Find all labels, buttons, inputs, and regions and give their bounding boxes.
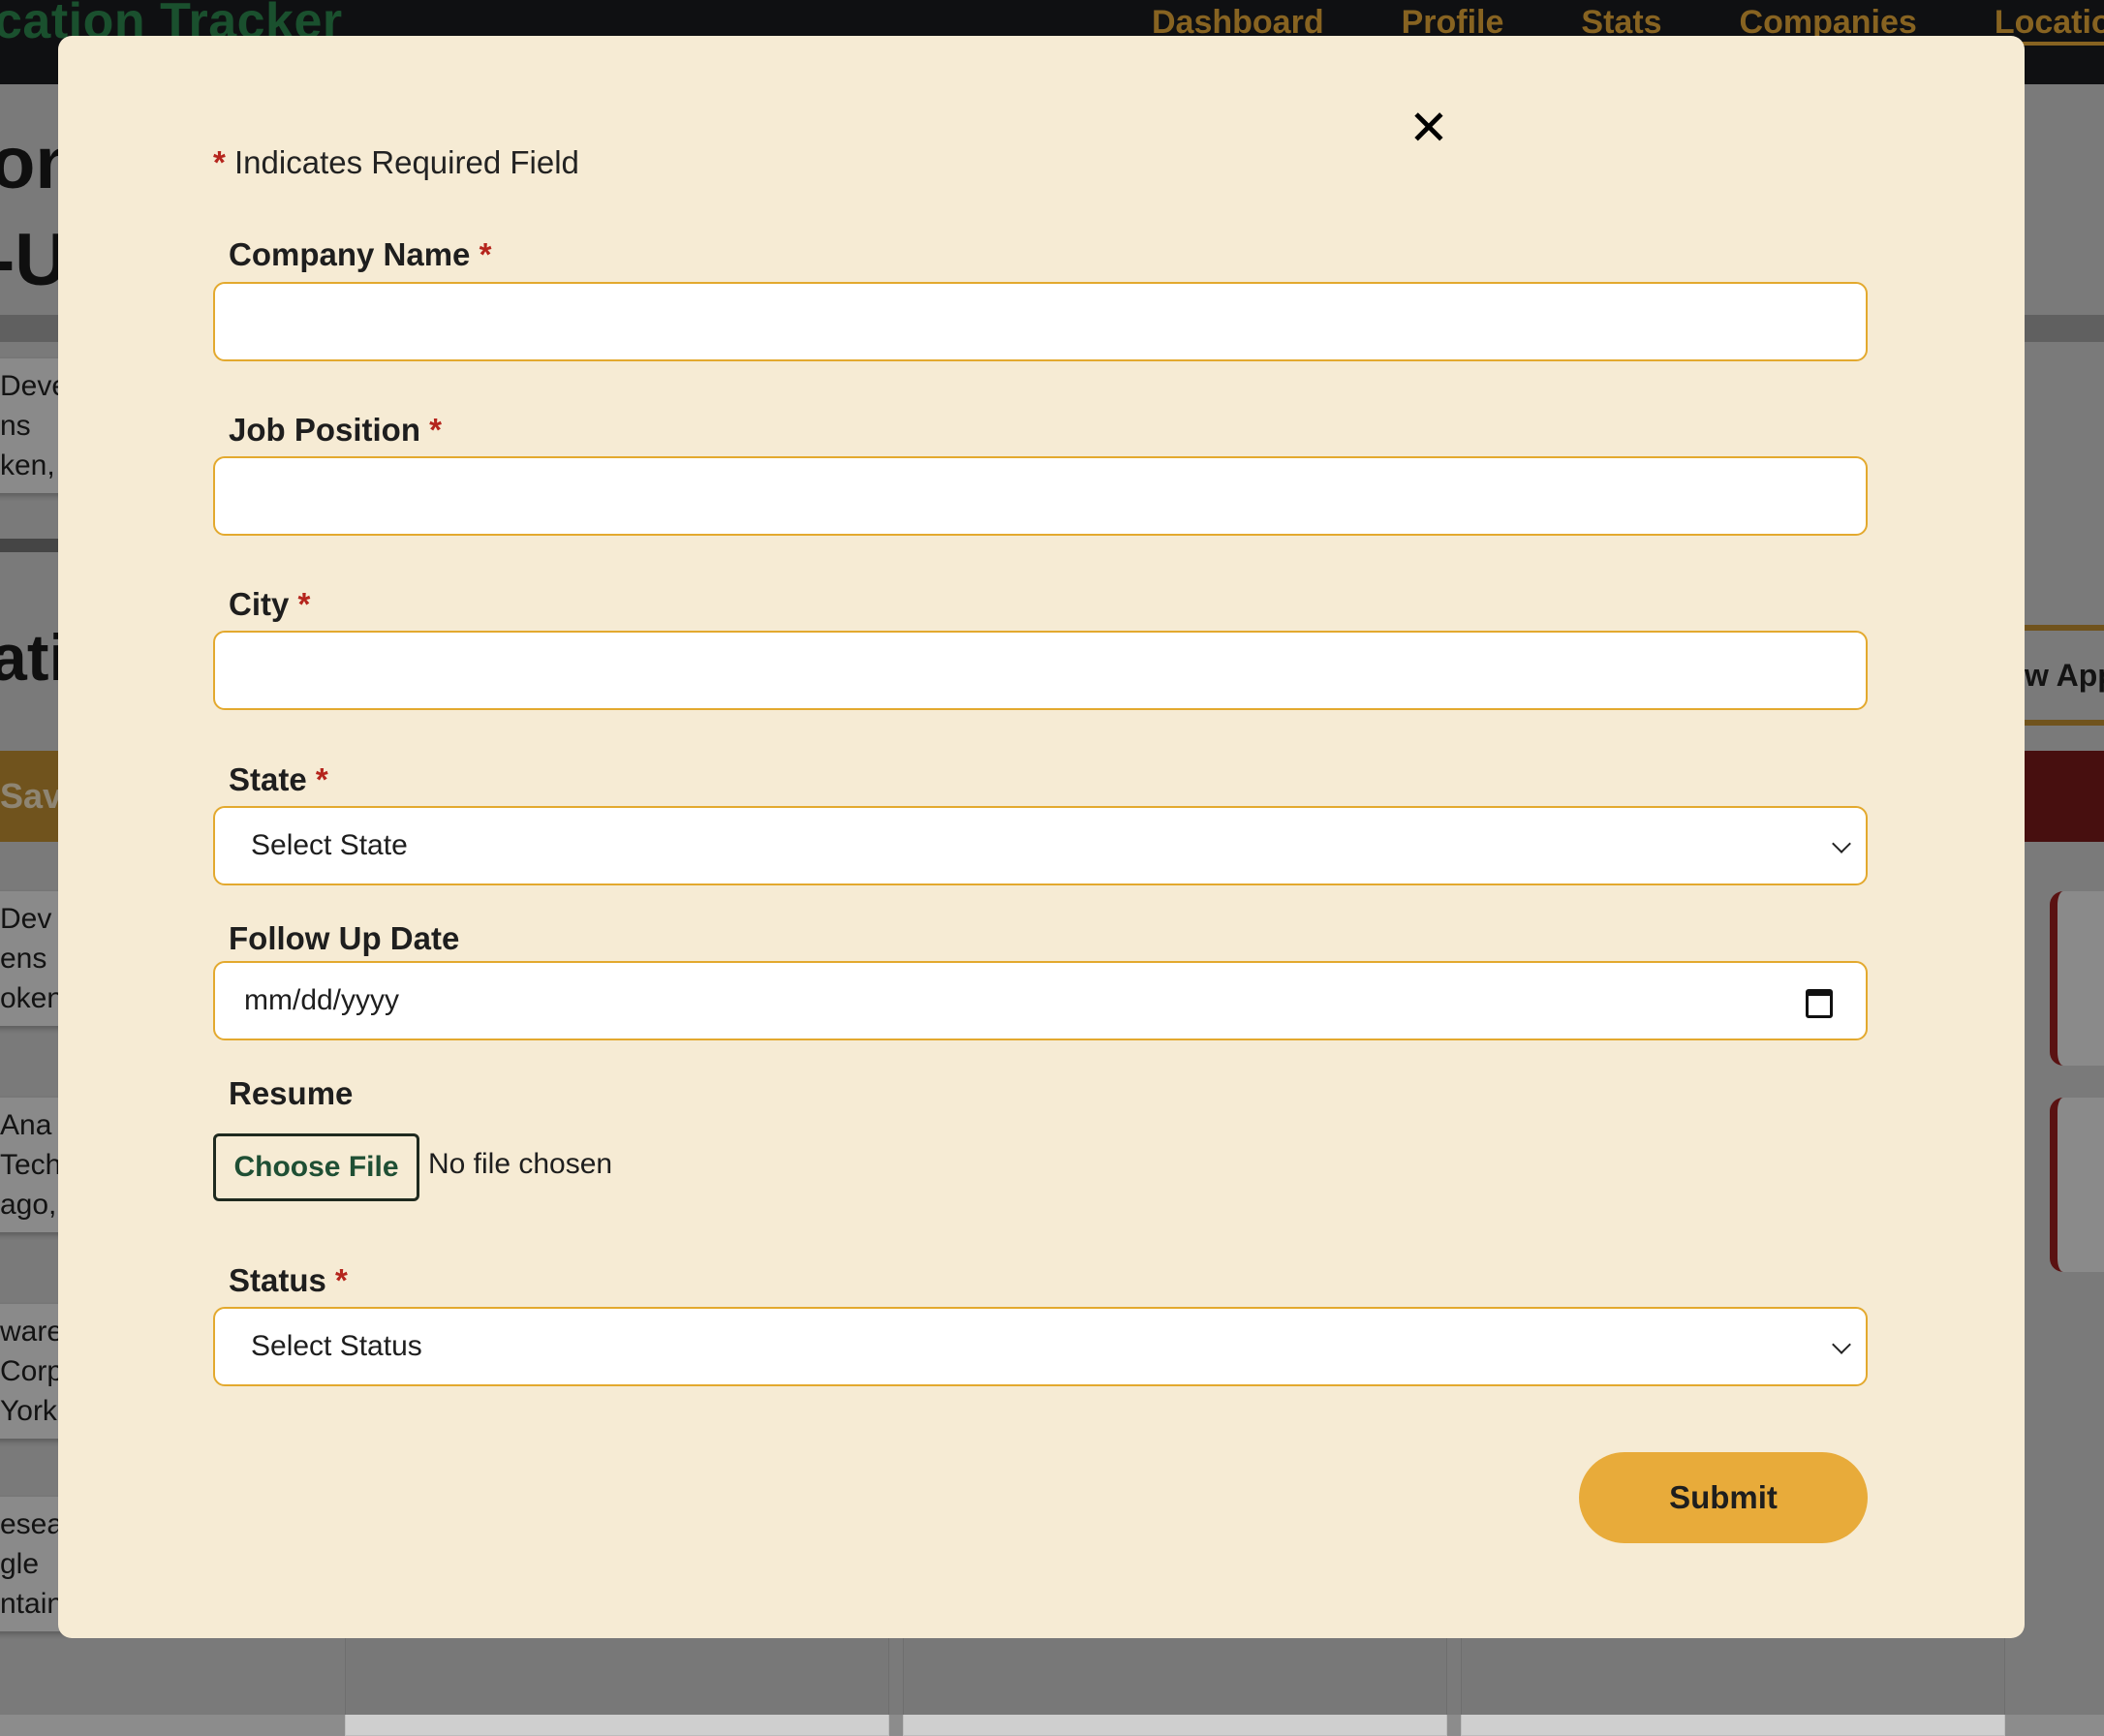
chevron-down-icon bbox=[1832, 1335, 1851, 1354]
follow-up-date-label: Follow Up Date bbox=[229, 920, 460, 956]
resume-label: Resume bbox=[229, 1075, 354, 1111]
follow-up-date-input[interactable]: mm/dd/yyyy bbox=[213, 961, 1868, 1040]
state-selected-value: Select State bbox=[251, 829, 408, 861]
company-name-input[interactable] bbox=[213, 282, 1868, 361]
calendar-icon[interactable] bbox=[1806, 989, 1833, 1018]
company-name-label: Company Name * bbox=[229, 236, 491, 273]
state-select[interactable]: Select State bbox=[213, 806, 1868, 885]
job-position-label: Job Position * bbox=[229, 412, 442, 449]
status-select[interactable]: Select Status bbox=[213, 1307, 1868, 1386]
required-star-icon: * bbox=[335, 1262, 348, 1298]
label-text: Status bbox=[229, 1262, 326, 1298]
label-text: Job Position bbox=[229, 412, 420, 448]
required-note-text: Indicates Required Field bbox=[234, 144, 579, 180]
label-text: State bbox=[229, 761, 307, 797]
file-status-text: No file chosen bbox=[428, 1148, 613, 1180]
required-field-note: * Indicates Required Field bbox=[213, 144, 579, 181]
chevron-down-icon bbox=[1832, 834, 1851, 853]
city-label: City * bbox=[229, 586, 310, 623]
status-label: Status * bbox=[229, 1262, 348, 1299]
close-icon[interactable]: ✕ bbox=[1405, 104, 1453, 152]
job-position-input[interactable] bbox=[213, 456, 1868, 536]
submit-button[interactable]: Submit bbox=[1579, 1452, 1868, 1543]
required-star-icon: * bbox=[213, 144, 226, 180]
required-star-icon: * bbox=[315, 761, 328, 797]
add-application-modal: ✕ * Indicates Required Field Company Nam… bbox=[58, 36, 2025, 1638]
date-placeholder: mm/dd/yyyy bbox=[244, 984, 400, 1016]
required-star-icon: * bbox=[297, 586, 311, 622]
state-label: State * bbox=[229, 761, 328, 798]
status-selected-value: Select Status bbox=[251, 1330, 422, 1362]
required-star-icon: * bbox=[479, 236, 492, 272]
choose-file-button[interactable]: Choose File bbox=[213, 1133, 419, 1201]
required-star-icon: * bbox=[429, 412, 443, 448]
label-text: Company Name bbox=[229, 236, 471, 272]
city-input[interactable] bbox=[213, 631, 1868, 710]
label-text: City bbox=[229, 586, 290, 622]
